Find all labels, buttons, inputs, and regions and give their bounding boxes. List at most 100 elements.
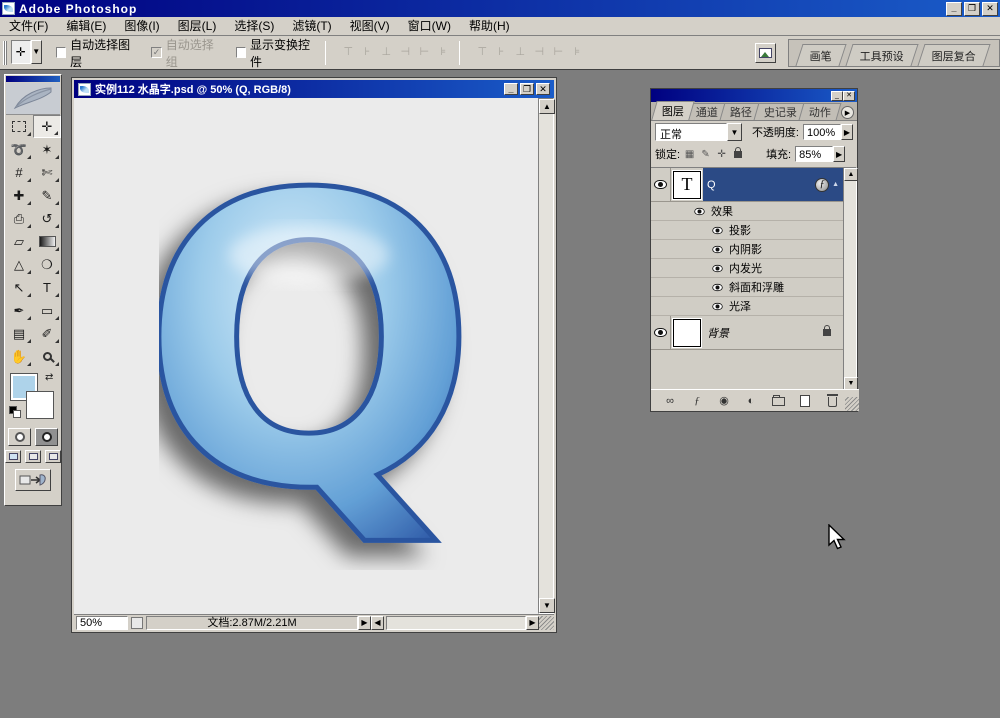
quick-mask-mode-button[interactable] (35, 428, 58, 446)
fullscreen-menubar-button[interactable] (25, 450, 41, 463)
eye-icon[interactable] (712, 302, 722, 309)
auto-select-layer-option[interactable]: 自动选择图层 (56, 36, 138, 70)
tool-blur[interactable]: △ (5, 253, 33, 276)
auto-select-group-option[interactable]: ✓ 自动选择组 (151, 36, 221, 70)
delete-layer-icon[interactable] (823, 393, 841, 408)
document-titlebar[interactable]: 实例112 水晶字.psd @ 50% (Q, RGB/8) _ ❐ ✕ (74, 80, 554, 98)
effect-row-satin[interactable]: 光泽 (651, 297, 843, 316)
effect-row-inner-shadow[interactable]: 内阴影 (651, 240, 843, 259)
palette-close-button[interactable]: ✕ (843, 91, 855, 101)
eye-icon[interactable] (712, 264, 722, 271)
fill-slider-arrow[interactable]: ▶ (833, 146, 845, 162)
fill-value[interactable]: 85% (795, 146, 833, 162)
eye-icon[interactable] (712, 226, 722, 233)
link-layers-icon[interactable]: ∞ (661, 393, 679, 408)
distribute-right-icon[interactable]: ⊧ (569, 45, 585, 61)
scroll-up-button[interactable]: ▲ (539, 99, 555, 114)
zoom-level-field[interactable]: 50% (76, 616, 128, 630)
tool-gradient[interactable] (33, 230, 61, 253)
blend-mode-dropdown-icon[interactable]: ▼ (727, 123, 742, 141)
adjustment-layer-icon[interactable]: ◐ (742, 393, 760, 408)
well-tab-layer-comps[interactable]: 图层复合 (917, 44, 990, 66)
tool-history-brush[interactable]: ↺ (33, 207, 61, 230)
tool-lasso[interactable]: ➰ (5, 138, 33, 161)
close-button[interactable]: ✕ (982, 2, 998, 16)
tool-notes[interactable]: ▤ (5, 322, 33, 345)
distribute-vcenter-icon[interactable]: ⊦ (493, 45, 509, 61)
align-hcenter-icon[interactable]: ⊢ (416, 45, 432, 61)
effect-row-drop-shadow[interactable]: 投影 (651, 221, 843, 240)
doc-maximize-button[interactable]: ❐ (520, 83, 534, 95)
distribute-left-icon[interactable]: ⊣ (531, 45, 547, 61)
jump-to-imageready-button[interactable] (15, 469, 51, 491)
palette-menu-button[interactable]: ▶ (841, 106, 854, 119)
doc-minimize-button[interactable]: _ (504, 83, 518, 95)
well-tab-tool-presets[interactable]: 工具预设 (845, 44, 918, 66)
tool-zoom[interactable] (33, 345, 61, 368)
layer-name-area[interactable]: 背景 (703, 316, 843, 349)
tool-brush[interactable]: ✎ (33, 184, 61, 207)
layers-scroll-up-button[interactable]: ▲ (844, 168, 858, 181)
tool-slice[interactable]: ✄ (33, 161, 61, 184)
tool-type[interactable]: T (33, 276, 61, 299)
tool-rect-marquee[interactable] (5, 115, 33, 138)
menu-window[interactable]: 窗口(W) (399, 18, 460, 35)
eye-icon[interactable] (654, 180, 667, 189)
hscroll-right-button[interactable]: ▶ (526, 616, 539, 630)
lock-all-icon[interactable] (731, 148, 744, 161)
tool-clone-stamp[interactable]: ⎙ (5, 207, 33, 230)
add-layer-style-icon[interactable]: ƒ (688, 393, 706, 408)
blend-mode-select[interactable]: 正常 ▼ (655, 123, 742, 141)
menu-image[interactable]: 图像(I) (115, 18, 168, 35)
text-layer-thumbnail[interactable]: T (673, 171, 701, 199)
menu-layer[interactable]: 图层(L) (169, 18, 226, 35)
show-transform-checkbox[interactable] (236, 47, 246, 58)
opacity-slider-arrow[interactable]: ▶ (841, 124, 853, 140)
eye-icon[interactable] (654, 328, 667, 337)
tool-crop[interactable]: # (5, 161, 33, 184)
layers-scrollbar[interactable]: ▲ ▼ (843, 167, 857, 391)
current-tool-preview[interactable]: ✛ ▼ (11, 40, 42, 66)
new-group-icon[interactable] (769, 393, 787, 408)
align-right-icon[interactable]: ⊧ (435, 45, 451, 61)
minimize-button[interactable]: _ (946, 2, 962, 16)
effect-row-inner-glow[interactable]: 内发光 (651, 259, 843, 278)
window-resize-grip[interactable] (539, 616, 554, 630)
default-colors-icon[interactable] (9, 406, 22, 419)
standard-screen-button[interactable] (5, 450, 21, 463)
tool-healing-brush[interactable]: ✚ (5, 184, 33, 207)
tab-layers[interactable]: 图层 (651, 101, 694, 120)
doc-close-button[interactable]: ✕ (536, 83, 550, 95)
distribute-bottom-icon[interactable]: ⊥ (512, 45, 528, 61)
palette-resize-grip[interactable] (845, 397, 859, 411)
align-vcenter-icon[interactable]: ⊦ (359, 45, 375, 61)
align-bottom-icon[interactable]: ⊥ (378, 45, 394, 61)
fill-control[interactable]: 85% ▶ (795, 146, 845, 162)
visibility-cell[interactable] (651, 168, 671, 201)
swap-colors-icon[interactable]: ⇄ (45, 372, 53, 383)
visibility-cell[interactable] (651, 316, 671, 349)
align-top-icon[interactable]: ⊤ (340, 45, 356, 61)
options-bar-grip[interactable] (3, 41, 7, 65)
tool-move[interactable]: ✛ (33, 115, 61, 138)
new-layer-icon[interactable] (796, 393, 814, 408)
eye-icon[interactable] (712, 245, 722, 252)
well-tab-brushes[interactable]: 画笔 (795, 44, 846, 66)
standard-mode-button[interactable] (8, 428, 31, 446)
tab-actions[interactable]: 动作 (799, 103, 842, 120)
palette-minimize-button[interactable]: _ (831, 91, 843, 101)
photoshop-feather-logo[interactable] (6, 83, 60, 115)
eye-icon[interactable] (694, 207, 704, 214)
eye-icon[interactable] (712, 283, 722, 290)
tool-magic-wand[interactable]: ✶ (33, 138, 61, 161)
add-layer-mask-icon[interactable]: ◉ (715, 393, 733, 408)
effects-parent-row[interactable]: 效果 (651, 202, 843, 221)
document-vertical-scrollbar[interactable]: ▲ ▼ (538, 98, 554, 614)
layer-row-background[interactable]: 背景 (651, 316, 843, 350)
restore-button[interactable]: ❐ (964, 2, 980, 16)
background-color-swatch[interactable] (27, 392, 53, 418)
menu-file[interactable]: 文件(F) (0, 18, 57, 35)
layer-row-text-q[interactable]: T Q ƒ ▲ (651, 168, 843, 202)
tool-hand[interactable]: ✋ (5, 345, 33, 368)
scroll-down-button[interactable]: ▼ (539, 598, 555, 613)
